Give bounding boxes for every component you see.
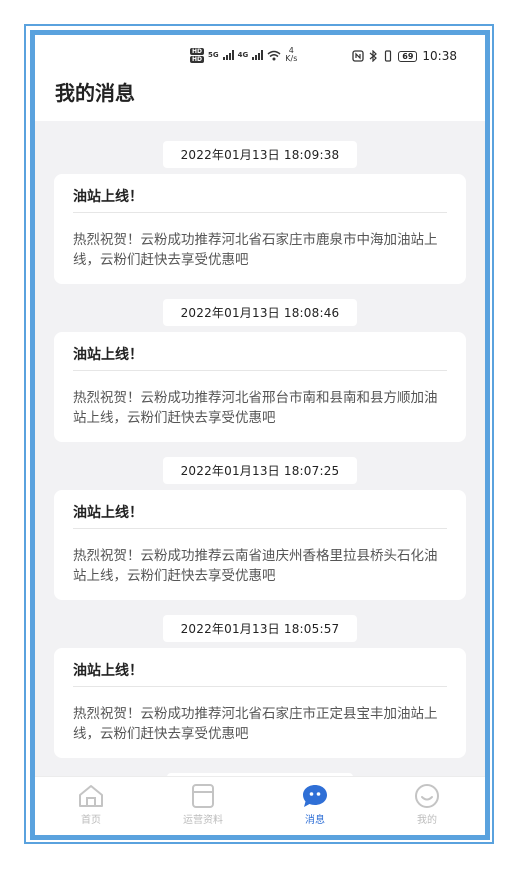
tab-label: 运营资料 (183, 815, 223, 826)
message-timestamp: 2022年01月13日 18:07:25 (162, 457, 358, 484)
tab-home[interactable]: 首页 (41, 783, 141, 826)
wifi-icon (267, 50, 281, 60)
bottom-tab-bar: 首页 运营资料 消息 我的 (35, 776, 485, 835)
hd-badge: HD (190, 47, 205, 55)
network-5g-label: 5G (208, 51, 219, 59)
home-icon (79, 785, 103, 807)
message-card[interactable]: 油站上线！ 热烈祝贺！云粉成功推荐云南省迪庆州香格里拉县桥头石化油站上线，云粉们… (54, 490, 466, 600)
bluetooth-icon (369, 50, 378, 62)
divider (73, 528, 447, 529)
message-body: 热烈祝贺！云粉成功推荐河北省石家庄市正定县宝丰加油站上线，云粉们赶快去享受优惠吧 (73, 706, 438, 742)
page-header: 我的消息 (35, 73, 485, 121)
message-card[interactable]: 油站上线！ 热烈祝贺！云粉成功推荐河北省邢台市南和县南和县方顺加油站上线，云粉们… (54, 332, 466, 442)
tab-operations[interactable]: 运营资料 (153, 783, 253, 826)
tab-label: 我的 (417, 815, 437, 826)
page-title: 我的消息 (55, 81, 135, 105)
divider (73, 212, 447, 213)
divider (73, 370, 447, 371)
tab-label: 消息 (305, 815, 325, 826)
hd-badge: HD (190, 55, 205, 63)
vibrate-icon (385, 50, 392, 62)
signal-icon (252, 50, 264, 60)
battery-indicator: 69 (398, 50, 418, 62)
divider (73, 686, 447, 687)
tab-profile[interactable]: 我的 (377, 783, 477, 826)
message-timestamp: 2022年01月13日 18:09:38 (162, 141, 358, 168)
tab-label: 首页 (81, 815, 101, 826)
network-indicators: HD HD 5G 4G 4 K/s (190, 47, 297, 63)
network-4g-label: 4G (237, 51, 249, 59)
clock: 10:38 (422, 49, 457, 63)
message-body: 热烈祝贺！云粉成功推荐河北省邢台市南和县南和县方顺加油站上线，云粉们赶快去享受优… (73, 390, 438, 426)
message-list[interactable]: 2022年01月13日 18:09:38 油站上线！ 热烈祝贺！云粉成功推荐河北… (35, 121, 485, 777)
phone-screen: HD HD 5G 4G 4 K/s 69 10:38 我的消息 2022年01月… (30, 30, 490, 840)
message-title: 油站上线！ (73, 347, 143, 363)
profile-icon (415, 784, 439, 808)
signal-icon (222, 50, 234, 60)
message-body: 热烈祝贺！云粉成功推荐河北省石家庄市鹿泉市中海加油站上线，云粉们赶快去享受优惠吧 (73, 232, 438, 268)
message-timestamp: 2022年01月13日 18:05:57 (162, 615, 358, 642)
message-timestamp: 2022年01月13日 18:08:46 (162, 299, 358, 326)
message-body: 热烈祝贺！云粉成功推荐云南省迪庆州香格里拉县桥头石化油站上线，云粉们赶快去享受优… (73, 548, 438, 584)
nfc-icon (352, 50, 364, 62)
tab-messages[interactable]: 消息 (265, 783, 365, 826)
message-title: 油站上线！ (73, 663, 143, 679)
message-title: 油站上线！ (73, 505, 143, 521)
message-card[interactable]: 油站上线！ 热烈祝贺！云粉成功推荐河北省石家庄市鹿泉市中海加油站上线，云粉们赶快… (54, 174, 466, 284)
message-title: 油站上线！ (73, 189, 143, 205)
system-indicators: 69 10:38 (352, 49, 457, 63)
message-icon (303, 785, 327, 807)
document-icon (192, 784, 214, 808)
message-card[interactable]: 油站上线！ 热烈祝贺！云粉成功推荐河北省石家庄市正定县宝丰加油站上线，云粉们赶快… (54, 648, 466, 758)
network-speed: 4 K/s (285, 46, 298, 63)
